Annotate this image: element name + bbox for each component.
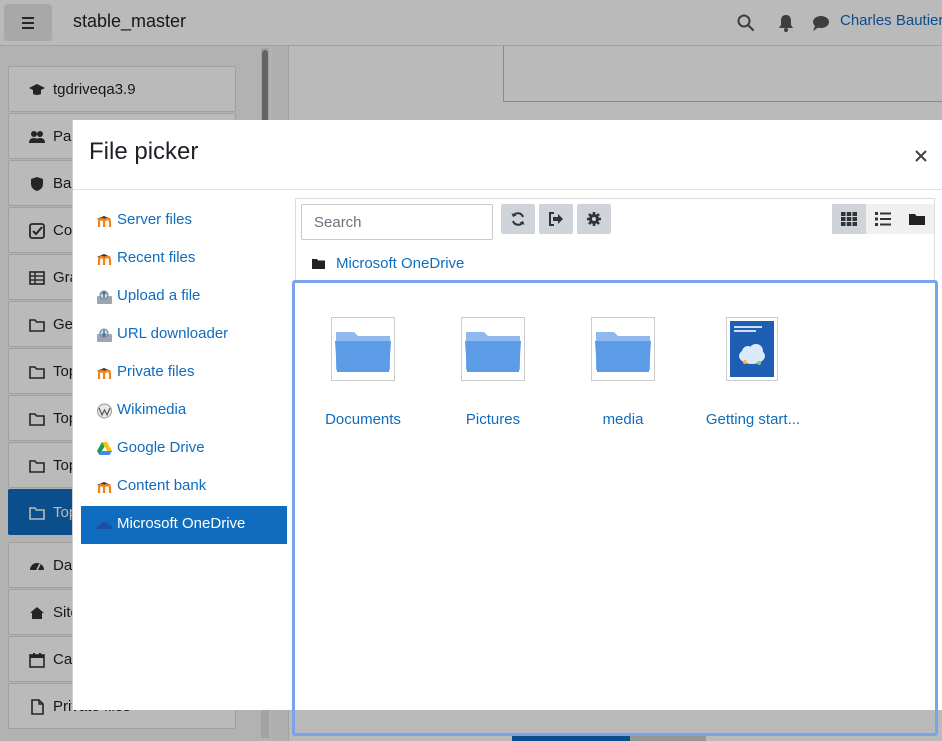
moodle-icon (97, 254, 112, 265)
repo-label: Private files (117, 363, 195, 380)
folder-thumbnail (331, 317, 395, 381)
settings-button[interactable] (577, 204, 611, 234)
file-name: Documents (325, 411, 401, 428)
repo-google-drive[interactable]: Google Drive (81, 430, 287, 468)
file-name: Pictures (465, 411, 521, 428)
file-item-documents[interactable]: Documents (298, 317, 428, 437)
grid-view-button[interactable] (832, 204, 866, 234)
repo-label: Recent files (117, 249, 196, 266)
upload-icon (97, 290, 112, 304)
folder-thumbnail (461, 317, 525, 381)
google-drive-icon (97, 442, 112, 455)
moodle-icon (97, 368, 112, 379)
repo-label: Google Drive (117, 439, 205, 456)
modal-header: File picker (73, 120, 942, 190)
file-item-media[interactable]: media (558, 317, 688, 437)
logout-icon (549, 212, 563, 226)
folder-icon (465, 332, 521, 372)
repo-label: Upload a file (117, 287, 201, 304)
folder-icon (335, 332, 391, 372)
tree-view-icon (909, 214, 925, 225)
document-icon (730, 321, 774, 377)
refresh-button[interactable] (501, 204, 535, 234)
breadcrumb: Microsoft OneDrive (295, 246, 935, 280)
folder-icon (595, 332, 651, 372)
repo-private-files[interactable]: Private files (81, 354, 287, 392)
repository-list: Server files Recent files Upload a file … (81, 202, 287, 544)
document-thumbnail (726, 317, 778, 381)
file-name: media (602, 411, 644, 428)
repo-label: Content bank (117, 477, 207, 494)
breadcrumb-item[interactable]: Microsoft OneDrive (336, 255, 464, 272)
repo-label: URL downloader (117, 325, 229, 342)
file-item-pictures[interactable]: Pictures (428, 317, 558, 437)
onedrive-icon (96, 522, 112, 529)
file-name: Getting start... (705, 411, 801, 428)
folder-icon (312, 259, 325, 269)
repo-wikimedia[interactable]: Wikimedia (81, 392, 287, 430)
refresh-icon (511, 212, 525, 226)
repo-label: Wikimedia (117, 401, 187, 418)
wikimedia-icon (97, 403, 112, 419)
file-grid: Documents Pictures media Getting start..… (292, 280, 938, 736)
repo-label: Server files (117, 211, 193, 228)
close-icon[interactable] (911, 146, 931, 166)
modal-title: File picker (89, 138, 199, 165)
tree-view-button[interactable] (900, 204, 934, 234)
url-downloader-icon (97, 328, 112, 342)
moodle-icon (97, 482, 112, 493)
logout-button[interactable] (539, 204, 573, 234)
folder-thumbnail (591, 317, 655, 381)
moodle-icon (97, 216, 112, 227)
list-view-button[interactable] (866, 204, 900, 234)
search-input[interactable] (301, 204, 493, 240)
file-item-getting-started[interactable]: Getting start... (688, 317, 818, 437)
grid-view-icon (841, 212, 857, 226)
file-picker-toolbar (295, 198, 935, 246)
repo-content-bank[interactable]: Content bank (81, 468, 287, 506)
repo-microsoft-onedrive[interactable]: Microsoft OneDrive (81, 506, 287, 544)
repo-upload-file[interactable]: Upload a file (81, 278, 287, 316)
settings-icon (587, 212, 601, 226)
repo-label: Microsoft OneDrive (117, 515, 246, 532)
file-picker-content: Microsoft OneDrive Documents (292, 198, 938, 736)
repo-server-files[interactable]: Server files (81, 202, 287, 240)
repo-recent-files[interactable]: Recent files (81, 240, 287, 278)
file-picker-dialog: File picker Server files Recent files Up… (72, 120, 942, 736)
repo-url-downloader[interactable]: URL downloader (81, 316, 287, 354)
view-switcher (832, 204, 934, 234)
list-view-icon (875, 212, 891, 226)
